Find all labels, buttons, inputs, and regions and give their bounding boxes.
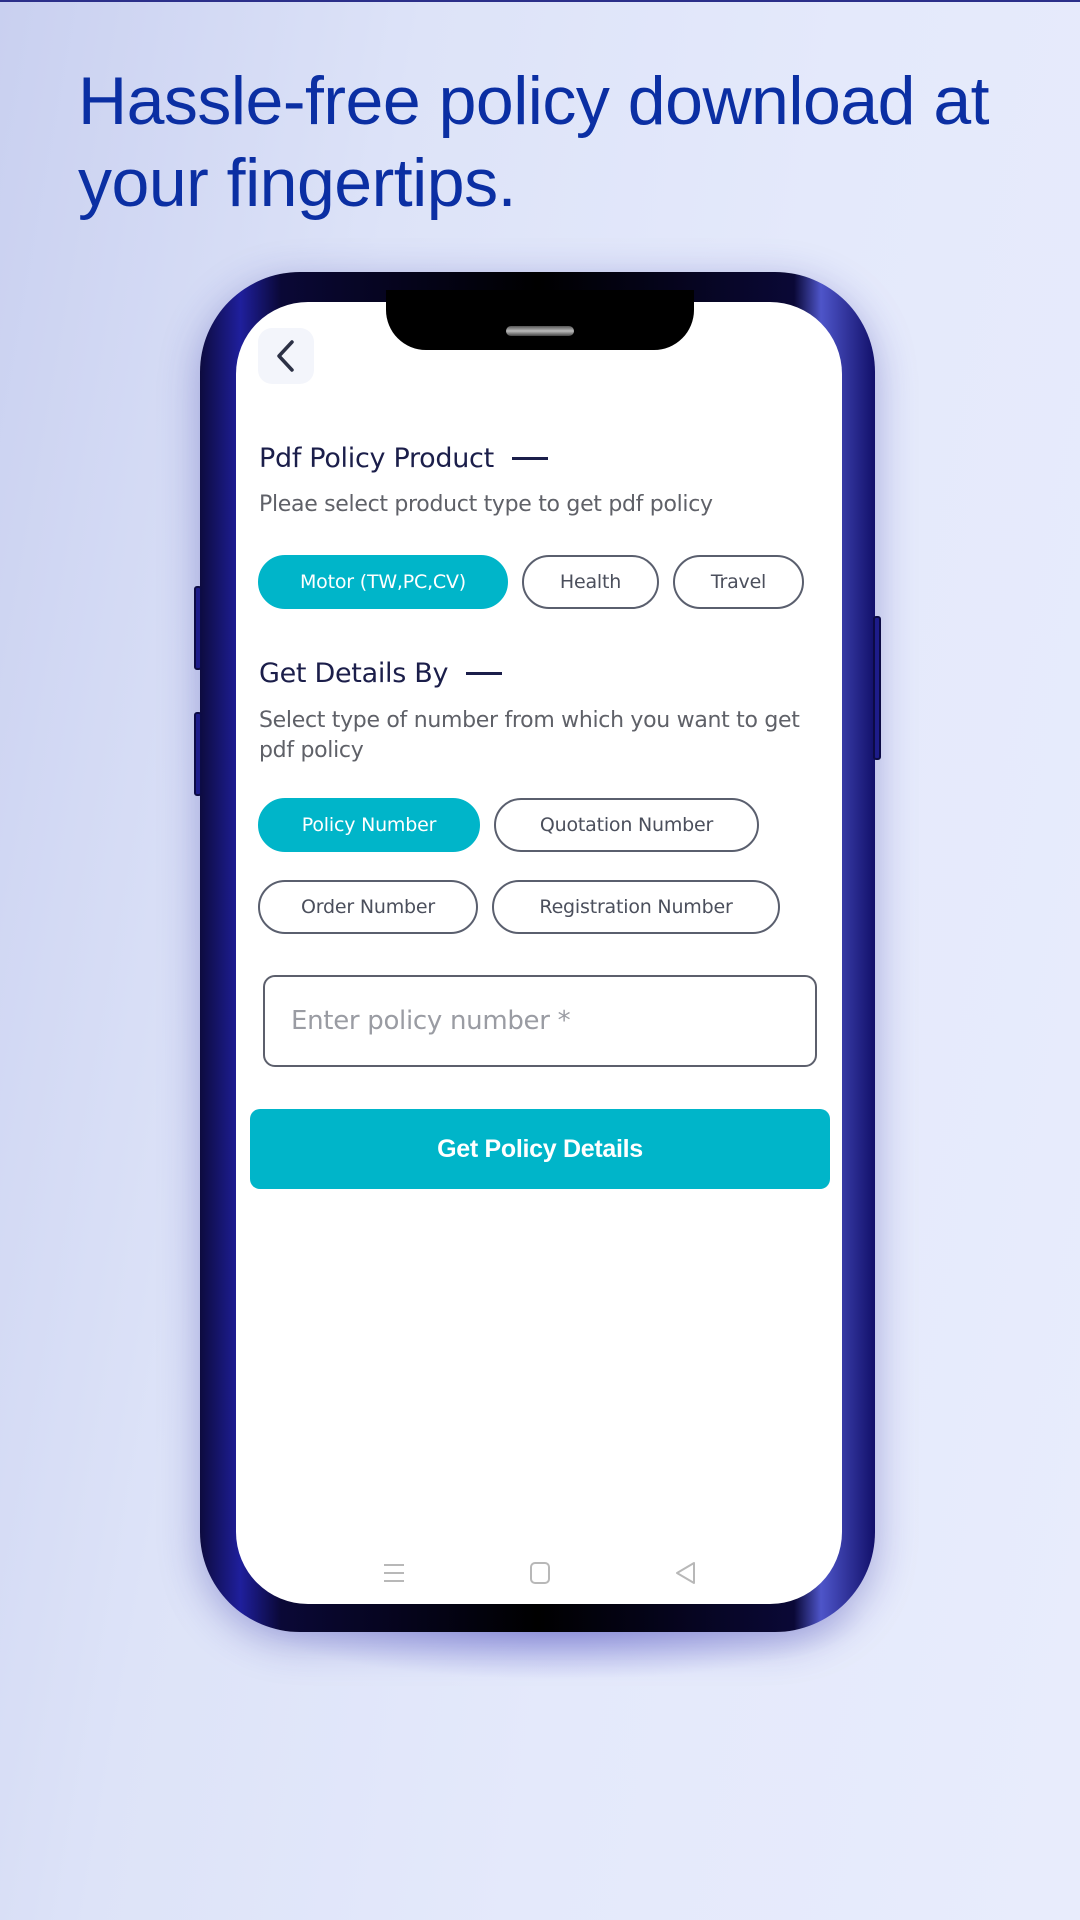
volume-down-button <box>194 712 202 796</box>
back-triangle-icon[interactable] <box>674 1561 698 1585</box>
chip-label: Order Number <box>301 896 435 918</box>
speaker-grille <box>506 326 574 336</box>
chip-order-number[interactable]: Order Number <box>258 880 478 934</box>
chip-label: Registration Number <box>539 896 733 918</box>
power-button <box>873 616 881 760</box>
chip-quotation-number[interactable]: Quotation Number <box>494 798 759 852</box>
volume-up-button <box>194 586 202 670</box>
chip-policy-number[interactable]: Policy Number <box>258 798 480 852</box>
get-policy-details-button[interactable]: Get Policy Details <box>250 1109 830 1189</box>
details-section-title: Get Details By <box>259 658 503 689</box>
chip-label: Health <box>559 571 622 593</box>
headline-line-1: Hassle-free policy download at <box>78 63 990 139</box>
title-dash-decoration <box>511 457 548 460</box>
chip-travel[interactable]: Travel <box>673 555 804 609</box>
chip-health[interactable]: Health <box>522 555 659 609</box>
menu-icon[interactable] <box>382 1561 406 1585</box>
title-dash-decoration <box>466 672 503 675</box>
headline-line-2: your fingertips. <box>78 145 516 221</box>
chip-registration-number[interactable]: Registration Number <box>492 880 780 934</box>
submit-label: Get Policy Details <box>437 1134 643 1163</box>
product-section-title: Pdf Policy Product <box>259 443 548 474</box>
chip-label: Quotation Number <box>539 814 714 836</box>
details-section-subtitle: Select type of number from which you wan… <box>259 708 800 763</box>
policy-number-input[interactable] <box>291 1006 815 1036</box>
home-square-icon[interactable] <box>528 1561 552 1585</box>
chip-label: Motor (TW,PC,CV) <box>299 571 467 593</box>
promo-headline: Hassle-free policy download at your fing… <box>78 60 1038 224</box>
phone-notch <box>386 290 694 350</box>
policy-number-field[interactable] <box>263 975 817 1067</box>
product-title-text: Pdf Policy Product <box>259 443 494 474</box>
chip-label: Policy Number <box>301 814 437 836</box>
back-button[interactable] <box>258 328 314 384</box>
product-section-subtitle: Pleae select product type to get pdf pol… <box>259 492 713 517</box>
details-title-text: Get Details By <box>259 658 449 689</box>
chip-label: Travel <box>710 571 767 593</box>
top-edge-line <box>0 0 1080 2</box>
chip-motor[interactable]: Motor (TW,PC,CV) <box>258 555 508 609</box>
chevron-left-icon <box>277 340 294 372</box>
